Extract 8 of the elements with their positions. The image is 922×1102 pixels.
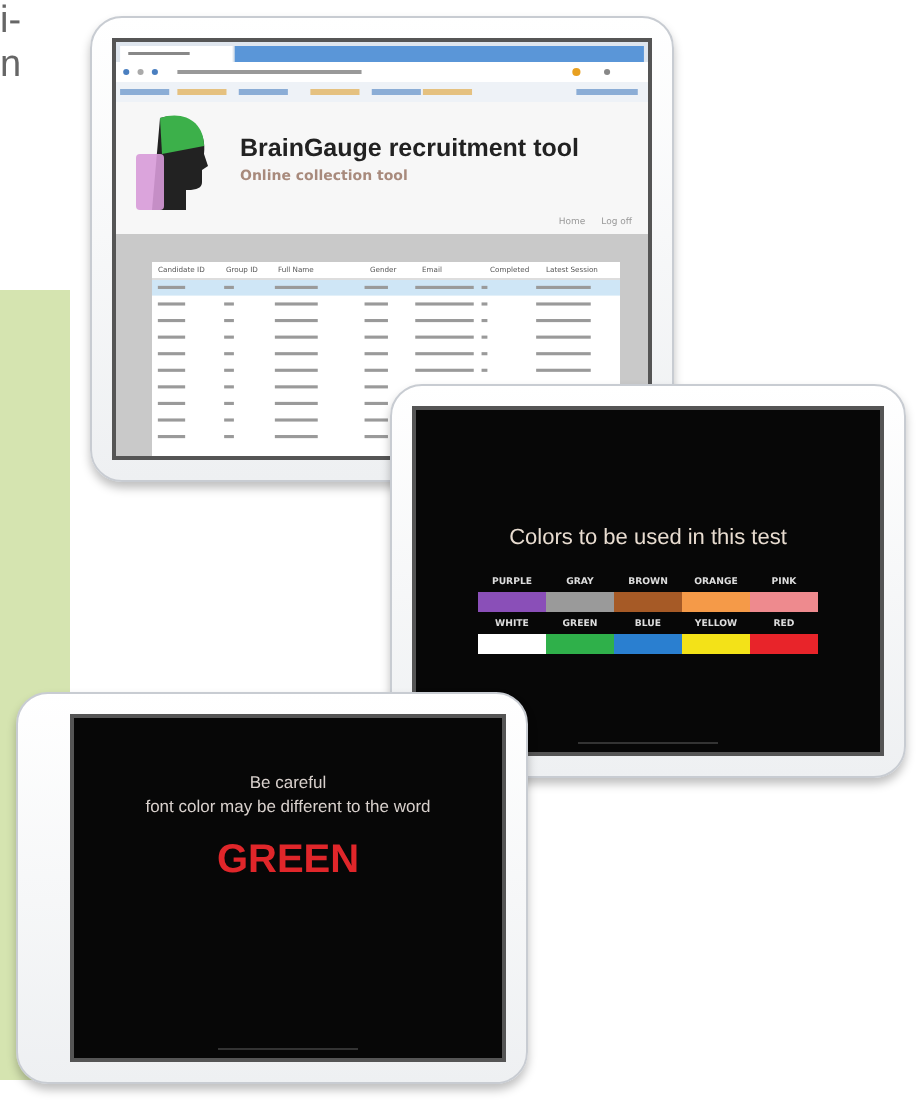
instruction-text: Be careful font color may be different to the word xyxy=(143,770,433,818)
app-title: BrainGauge recruitment tool xyxy=(240,134,581,162)
stimulus-word: GREEN xyxy=(214,838,362,884)
text-fragment: i- xyxy=(0,0,22,44)
screen-title: Colors to be used in this test xyxy=(507,526,789,550)
text-fragment: n xyxy=(0,44,22,88)
copyright-line xyxy=(218,1047,358,1050)
copyright-line xyxy=(578,741,718,744)
